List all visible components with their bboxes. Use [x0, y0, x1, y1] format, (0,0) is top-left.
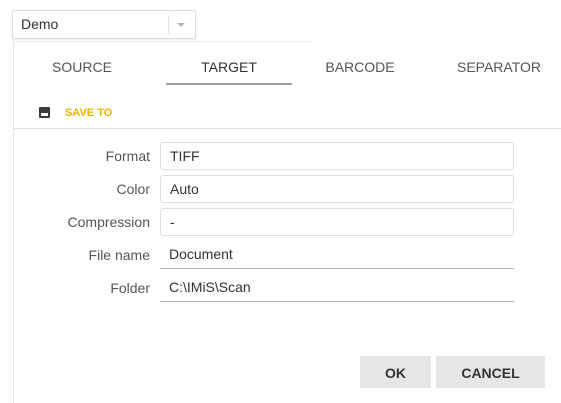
- file-name-label: File name: [88, 247, 150, 263]
- active-tab-indicator: [166, 83, 292, 85]
- save-icon: [39, 107, 50, 118]
- section-title: SAVE TO: [65, 107, 113, 119]
- profile-select-value: Demo: [21, 16, 59, 32]
- tab-bar: SOURCE TARGET BARCODE SEPARATOR: [14, 48, 561, 86]
- color-label: Color: [116, 181, 150, 197]
- cancel-button[interactable]: CANCEL: [436, 356, 545, 388]
- tab-target[interactable]: TARGET: [166, 48, 292, 86]
- color-field[interactable]: Auto: [160, 175, 514, 203]
- profile-select[interactable]: Demo: [12, 10, 196, 39]
- format-label: Format: [105, 148, 150, 164]
- chevron-down-icon[interactable]: [177, 23, 185, 27]
- select-divider: [168, 15, 169, 34]
- panel-top-border: [13, 41, 313, 42]
- tab-separator[interactable]: SEPARATOR: [439, 48, 559, 86]
- tab-source[interactable]: SOURCE: [42, 48, 122, 86]
- ok-button[interactable]: OK: [360, 356, 431, 388]
- tab-barcode[interactable]: BARCODE: [312, 48, 408, 86]
- section-divider: [14, 128, 561, 129]
- compression-field[interactable]: -: [160, 208, 514, 236]
- compression-label: Compression: [67, 214, 150, 230]
- file-name-input[interactable]: Document: [160, 241, 514, 269]
- format-field[interactable]: TIFF: [160, 142, 514, 170]
- folder-input[interactable]: C:\IMiS\Scan: [160, 274, 514, 302]
- panel-left-border: [13, 42, 14, 403]
- folder-label: Folder: [110, 280, 150, 296]
